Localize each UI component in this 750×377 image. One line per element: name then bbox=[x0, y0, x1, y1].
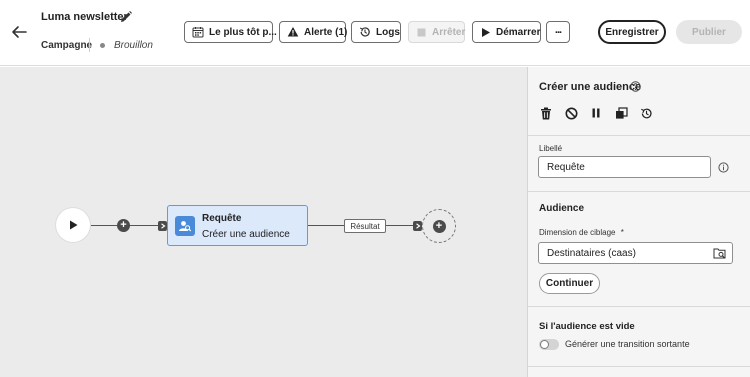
play-icon bbox=[70, 220, 78, 230]
top-bar: Luma newsletter Campagne Brouillon Le pl… bbox=[0, 0, 750, 66]
save-button[interactable]: Enregistrer bbox=[598, 20, 666, 44]
node-subtitle: Créer une audience bbox=[202, 229, 290, 240]
calendar-icon bbox=[192, 27, 204, 38]
folder-search-icon bbox=[713, 248, 726, 258]
schedule-button[interactable]: Le plus tôt p... bbox=[184, 21, 277, 43]
panel-divider bbox=[528, 306, 750, 307]
history-icon[interactable] bbox=[638, 105, 654, 121]
empty-audience-section-title: Si l'audience est vide bbox=[539, 321, 635, 332]
properties-panel: Créer une audience Libellé Requête Audie… bbox=[527, 67, 750, 377]
required-asterisk: * bbox=[620, 228, 624, 237]
transition-label[interactable]: Résultat bbox=[344, 219, 386, 233]
alert-label: Alerte (1) bbox=[304, 26, 348, 38]
copy-icon[interactable] bbox=[613, 105, 629, 121]
campaign-title: Luma newsletter bbox=[41, 11, 128, 23]
publish-button[interactable]: Publier bbox=[676, 20, 742, 44]
input-chevron-icon bbox=[158, 221, 167, 231]
outbound-transition-toggle[interactable] bbox=[539, 339, 559, 350]
panel-divider bbox=[528, 366, 750, 367]
history-icon bbox=[359, 27, 370, 37]
outbound-transition-label: Générer une transition sortante bbox=[565, 339, 690, 349]
schedule-label: Le plus tôt p... bbox=[209, 26, 277, 38]
warning-icon bbox=[287, 27, 299, 37]
help-icon[interactable] bbox=[630, 81, 641, 92]
plus-icon: + bbox=[432, 219, 446, 233]
disable-icon[interactable] bbox=[563, 105, 579, 121]
targeting-dimension-input[interactable]: Destinataires (caas) bbox=[538, 242, 709, 264]
audience-icon bbox=[175, 216, 195, 236]
header-separator bbox=[89, 38, 90, 52]
status-label: Brouillon bbox=[114, 40, 153, 51]
continue-button[interactable]: Continuer bbox=[539, 273, 600, 294]
play-icon bbox=[482, 27, 490, 37]
more-label: ... bbox=[554, 24, 562, 36]
campaign-type-label: Campagne bbox=[41, 40, 93, 51]
start-node[interactable] bbox=[56, 208, 90, 242]
add-activity-button[interactable]: + bbox=[117, 219, 130, 232]
status-dot bbox=[100, 43, 105, 48]
targeting-dimension-picker-button[interactable] bbox=[708, 242, 733, 264]
stop-label: Arrêter bbox=[432, 26, 466, 38]
back-arrow-icon[interactable] bbox=[9, 22, 29, 42]
targeting-dimension-caption: Dimension de ciblage * bbox=[539, 228, 624, 237]
alert-button[interactable]: Alerte (1) bbox=[279, 21, 348, 43]
output-chevron-icon bbox=[413, 221, 422, 231]
label-input[interactable]: Requête bbox=[538, 156, 711, 178]
edit-pencil-icon[interactable] bbox=[119, 10, 133, 24]
audience-section-title: Audience bbox=[539, 203, 585, 214]
toggle-knob bbox=[540, 340, 549, 349]
add-activity-placeholder[interactable]: + bbox=[422, 209, 456, 243]
delete-icon[interactable] bbox=[538, 105, 554, 121]
targeting-dimension-label: Dimension de ciblage bbox=[539, 228, 616, 237]
panel-title: Créer une audience bbox=[539, 81, 642, 93]
workflow-canvas[interactable]: + Requête Créer une audience Résultat + bbox=[0, 67, 527, 377]
panel-divider bbox=[528, 191, 750, 192]
logs-label: Logs bbox=[376, 26, 400, 38]
label-field-caption: Libellé bbox=[539, 144, 563, 153]
logs-button[interactable]: Logs bbox=[351, 21, 401, 43]
start-button[interactable]: Démarrer bbox=[472, 21, 541, 43]
query-activity-node[interactable]: Requête Créer une audience bbox=[167, 205, 308, 246]
pause-icon[interactable] bbox=[588, 105, 604, 121]
more-actions-button[interactable]: ... bbox=[546, 21, 570, 43]
info-icon[interactable] bbox=[718, 162, 729, 173]
panel-divider bbox=[528, 135, 750, 136]
start-label: Démarrer bbox=[496, 26, 541, 38]
stop-icon bbox=[417, 28, 426, 36]
stop-button[interactable]: Arrêter bbox=[408, 21, 465, 43]
node-title: Requête bbox=[202, 213, 242, 224]
